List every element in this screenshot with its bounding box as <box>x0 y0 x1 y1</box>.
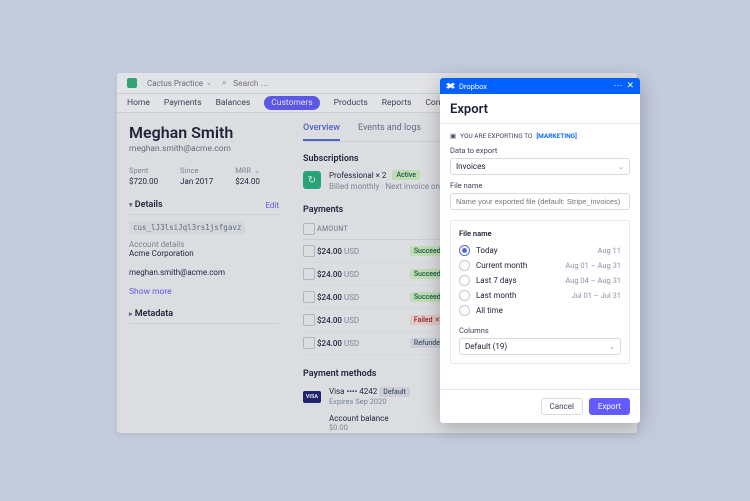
details-email: meghan.smith@acme.com <box>129 268 279 277</box>
tab-overview[interactable]: Overview <box>303 123 340 141</box>
radio-icon <box>459 245 470 256</box>
columns-label: Columns <box>459 326 621 335</box>
date-range-option[interactable]: Last monthJul 01 – Jul 31 <box>459 288 621 303</box>
radio-icon <box>459 305 470 316</box>
stat-label: Spent <box>129 166 158 175</box>
date-range-option[interactable]: Current monthAug 01 – Aug 31 <box>459 258 621 273</box>
stat-label: Since <box>180 166 213 175</box>
export-modal: Dropbox ⋯ ✕ Export ▣ YOU ARE EXPORTING T… <box>440 78 640 423</box>
nav-payments[interactable]: Payments <box>164 98 202 108</box>
visa-icon: VISA <box>303 391 321 403</box>
row-checkbox[interactable] <box>303 245 315 257</box>
row-checkbox[interactable] <box>303 291 315 303</box>
nav-home[interactable]: Home <box>127 98 150 108</box>
cancel-button[interactable]: Cancel <box>541 398 583 415</box>
radio-icon <box>459 275 470 286</box>
payment-amount: $24.00 <box>317 270 342 279</box>
range-heading: File name <box>459 229 621 238</box>
date-range-option[interactable]: TodayAug 11 <box>459 243 621 258</box>
folder-icon: ▣ <box>450 132 456 140</box>
customer-sidebar: Meghan Smith meghan.smith@acme.com Spent… <box>117 113 291 433</box>
customer-name: Meghan Smith <box>129 123 279 142</box>
export-target: [MARKETING] <box>536 132 577 140</box>
close-icon[interactable]: ✕ <box>626 81 634 91</box>
data-export-label: Data to export <box>450 146 630 155</box>
payment-amount: $24.00 <box>317 339 342 348</box>
search-input[interactable] <box>231 78 355 89</box>
customer-email: meghan.smith@acme.com <box>129 144 279 154</box>
balance-label: Account balance <box>329 414 389 423</box>
export-button[interactable]: Export <box>589 398 630 415</box>
row-checkbox[interactable] <box>303 268 315 280</box>
nav-products[interactable]: Products <box>334 98 368 108</box>
chevron-down-icon: ⌄ <box>206 79 212 87</box>
col-amount: Amount <box>317 219 410 240</box>
brand-logo <box>127 78 137 88</box>
status-badge: Active <box>392 170 420 180</box>
file-name-input[interactable] <box>450 193 630 210</box>
card-number: Visa •••• 4242 <box>329 387 377 396</box>
subscription-plan: Professional × 2 <box>329 171 386 180</box>
date-range-option[interactable]: All time <box>459 303 621 318</box>
stat-label: MRR⌄ <box>235 166 260 175</box>
more-icon[interactable]: ⋯ <box>613 81 622 91</box>
caret-down-icon: ▾ <box>129 201 133 209</box>
payment-amount: $24.00 <box>317 293 342 302</box>
modal-title: Export <box>440 94 640 123</box>
exporting-banner: ▣ YOU ARE EXPORTING TO [MARKETING] <box>450 132 630 140</box>
select-chevron-icon: ⌄ <box>618 163 624 171</box>
nav-balances[interactable]: Balances <box>216 98 251 108</box>
radio-icon <box>459 290 470 301</box>
nav-reports[interactable]: Reports <box>382 98 412 108</box>
edit-link[interactable]: Edit <box>265 201 279 210</box>
data-export-select[interactable]: Invoices⌄ <box>450 158 630 175</box>
columns-select[interactable]: Default (19)⌄ <box>459 338 621 355</box>
checkbox-all[interactable] <box>303 223 315 235</box>
show-more-link[interactable]: Show more <box>129 287 279 297</box>
payment-amount: $24.00 <box>317 247 342 256</box>
chevron-down-icon: ⌄ <box>254 167 260 175</box>
stat-since: Jan 2017 <box>180 177 213 186</box>
metadata-heading: Metadata <box>135 309 173 319</box>
payment-amount: $24.00 <box>317 316 342 325</box>
card-expires: Expires Sep 2020 <box>329 397 410 406</box>
stat-mrr: $24.00 <box>235 177 260 186</box>
stat-spent: $720.00 <box>129 177 158 186</box>
account-details-label: Account details <box>129 240 279 249</box>
default-badge: Default <box>379 387 410 397</box>
customer-id-token[interactable]: cus_lJ3lsiJql3rs1jsfgavz <box>129 221 245 234</box>
row-checkbox[interactable] <box>303 337 315 349</box>
account-details-value: Acme Corporation <box>129 249 279 258</box>
file-name-label: File name <box>450 181 630 190</box>
nav-customers[interactable]: Customers <box>264 96 319 110</box>
modal-app-name: Dropbox <box>459 82 487 91</box>
date-range-option[interactable]: Last 7 daysAug 04 – Aug 31 <box>459 273 621 288</box>
row-checkbox[interactable] <box>303 314 315 326</box>
radio-icon <box>459 260 470 271</box>
caret-right-icon: ▸ <box>129 310 133 318</box>
dropbox-icon <box>446 82 455 91</box>
select-chevron-icon: ⌄ <box>609 343 615 351</box>
account-switcher[interactable]: Cactus Practice⌄ <box>147 79 212 88</box>
billing-cycle: Billed monthly <box>329 182 379 191</box>
balance-value: $0.00 <box>329 423 389 432</box>
search-icon: ⌕ <box>222 78 227 88</box>
details-heading: Details <box>135 200 163 210</box>
modal-header: Dropbox ⋯ ✕ <box>440 78 640 94</box>
refresh-icon: ↻ <box>303 171 321 189</box>
tab-events[interactable]: Events and logs <box>358 123 421 141</box>
